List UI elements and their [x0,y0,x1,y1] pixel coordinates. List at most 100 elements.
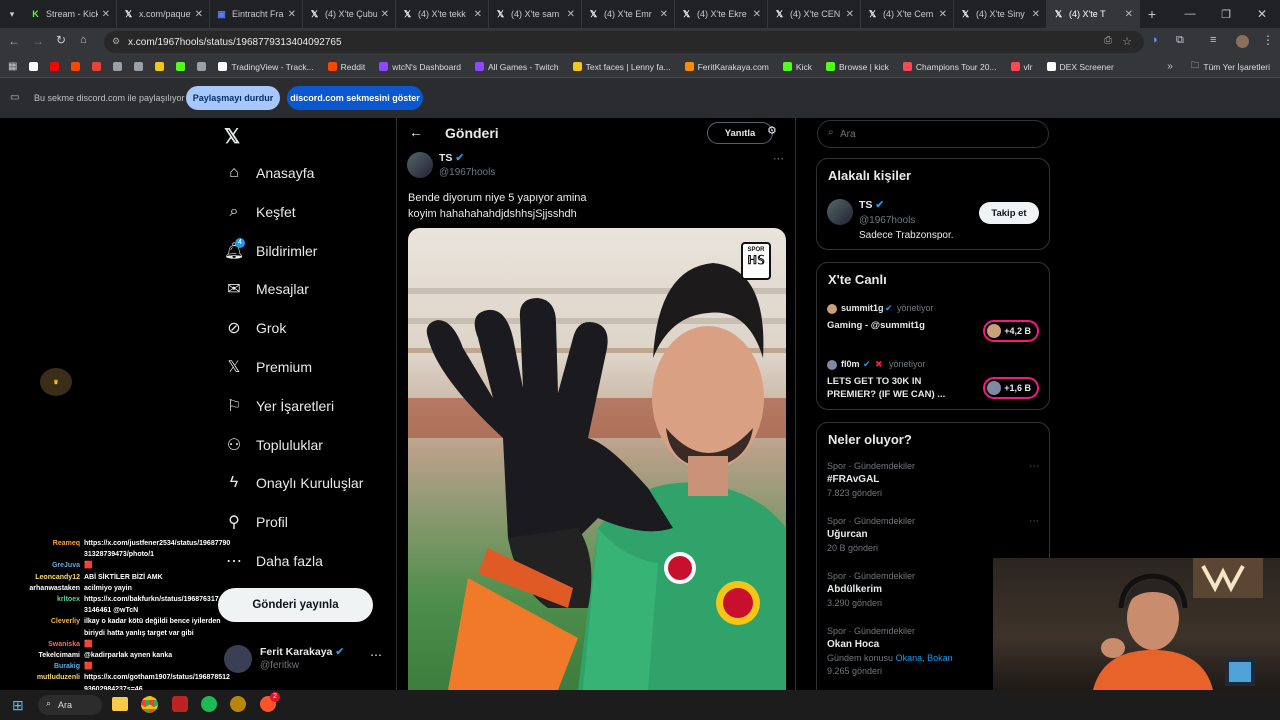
more-icon[interactable]: ⋯ [370,648,382,662]
chat-username[interactable]: arhanwastaken [0,583,84,594]
post-image[interactable]: SPOR ℍ𝕊 [408,228,786,690]
chat-username[interactable]: mutluduzenli [0,672,84,683]
bookmark-item[interactable] [29,62,42,71]
live-item[interactable]: summit1g ✔ yönetiyor Gaming - @summit1g … [827,303,1041,343]
post-button[interactable]: Gönderi yayınla [218,588,373,622]
bookmark-item[interactable]: All Games - Twitch [474,62,559,72]
reload-icon[interactable]: ↻ [56,33,66,47]
browser-tab[interactable]: 𝕏 (4) X'te Emr ✕ [582,0,675,28]
bookmark-item[interactable] [92,62,105,71]
bookmark-item[interactable]: Reddit [327,62,365,72]
close-window-button[interactable]: ✕ [1244,7,1280,21]
nav-item-profile[interactable]: ⚲ Profil [222,507,288,537]
reply-button[interactable]: Yanıtla [707,122,773,144]
bookmark-item[interactable] [155,62,168,71]
trend-item[interactable]: Spor · Gündemdekiler Uğurcan 20 B gönderi ⋯ [827,516,1041,553]
live-item[interactable]: fl0m ✔ ✖ yönetiyor LETS GET TO 30K IN PR… [827,359,1041,403]
nav-item-search[interactable]: ⌕ Keşfet [222,197,296,227]
puzzle-icon[interactable]: ⧉ [1176,34,1184,47]
close-tab-icon[interactable]: ✕ [288,9,296,20]
site-info-icon[interactable]: ⚙ [112,36,120,47]
browser-tab[interactable]: 𝕏 (4) X'te Cem ✕ [861,0,954,28]
chat-username[interactable]: krltoex [0,594,84,605]
search-input[interactable] [840,126,1030,142]
bookmark-item[interactable] [197,62,210,71]
x-logo[interactable]: 𝕏 [224,124,240,149]
bookmark-item[interactable]: TradingView - Track... [218,62,314,72]
chat-username[interactable] [0,605,84,616]
bookmark-item[interactable] [176,62,189,71]
more-bookmarks-icon[interactable]: » [1167,61,1173,72]
all-bookmarks-folder[interactable]: 🗀 Tüm Yer İşaretleri [1191,60,1270,74]
chat-username[interactable]: Cleverliy [0,616,84,627]
chat-username[interactable] [0,628,84,639]
settings-sliders-icon[interactable]: ⚙ [767,124,777,137]
chat-username[interactable]: Tekelcimami [0,650,84,661]
search-box[interactable]: ⌕ [817,120,1049,148]
close-tab-icon[interactable]: ✕ [102,9,110,20]
author-handle[interactable]: @1967hools [439,167,495,178]
close-tab-icon[interactable]: ✕ [567,9,575,20]
minimize-button[interactable]: — [1172,8,1208,20]
bookmark-item[interactable]: Kick [782,62,812,72]
close-tab-icon[interactable]: ✕ [1032,9,1040,20]
file-explorer-icon[interactable] [112,697,128,711]
chat-username[interactable]: Reameq [0,538,84,549]
nav-item-bookmark[interactable]: ⚐ Yer İşaretleri [222,391,334,421]
author-avatar[interactable] [407,152,433,178]
chat-username[interactable]: Swaniska [0,639,84,650]
browser-tab[interactable]: 𝕏 (4) X'te tekk ✕ [396,0,489,28]
chat-username[interactable] [0,549,84,560]
nav-item-bell[interactable]: 🔔︎ 4 Bildirimler [222,236,317,266]
chat-username[interactable]: GreJuva [0,560,84,571]
new-tab-button[interactable]: + [1140,6,1164,22]
trend-more-icon[interactable]: ⋯ [1029,461,1039,472]
close-tab-icon[interactable]: ✕ [195,9,203,20]
bookmark-item[interactable] [113,62,126,71]
close-tab-icon[interactable]: ✕ [660,9,668,20]
trend-more-icon[interactable]: ⋯ [1029,516,1039,527]
home-icon[interactable]: ⌂ [80,34,87,46]
browser-tab[interactable]: 𝕏 (4) X'te Ekre ✕ [675,0,768,28]
bookmark-item[interactable] [71,62,84,71]
trend-item[interactable]: Spor · Gündemdekiler #FRAvGAL 7.823 gönder… [827,461,1041,498]
bookmark-item[interactable]: wtcN's Dashboard [379,62,461,72]
nav-item-home[interactable]: ⌂ Anasayfa [222,158,314,188]
close-tab-icon[interactable]: ✕ [846,9,854,20]
browser-tab[interactable]: 𝕏 (4) X'te T ✕ [1047,0,1140,28]
bookmark-item[interactable] [134,62,147,71]
windows-start-icon[interactable]: ⊞ [12,697,24,714]
close-tab-icon[interactable]: ✕ [474,9,482,20]
chrome-icon[interactable] [141,696,158,713]
browser-tab[interactable]: 𝕏x.com/paquet ✕ [117,0,210,28]
close-tab-icon[interactable]: ✕ [1125,9,1133,20]
menu-icon[interactable]: ⋮ [1262,33,1274,47]
post-more-icon[interactable]: ⋯ [773,152,784,165]
nav-item-grok[interactable]: ⊘ Grok [222,313,286,343]
forward-icon[interactable]: → [32,34,44,48]
url-bar[interactable]: ⚙ x.com/1967hools/status/196877931340409… [104,31,1144,53]
nav-item-lightning[interactable]: ϟ Onaylı Kuruluşlar [222,468,364,498]
chat-username[interactable]: Burakig [0,661,84,672]
author-name[interactable]: TS [439,152,452,164]
star-icon[interactable]: ☆ [1122,35,1132,48]
bookmark-item[interactable]: FeritKarakaya.com [684,62,769,72]
bookmark-item[interactable]: Champions Tour 20... [902,62,997,72]
browser-tab[interactable]: 𝕏 (4) X'te sam ✕ [489,0,582,28]
spotify-icon[interactable] [201,696,217,712]
bookmark-item[interactable]: Text faces | Lenny fa... [572,62,671,72]
browser-tab[interactable]: 𝕏 (4) X'te CEN ✕ [768,0,861,28]
bookmark-item[interactable]: Browse | kick [825,62,889,72]
related-name[interactable]: TS [859,199,872,211]
tab-search-button[interactable]: ▾ [0,0,24,28]
taskbar-search[interactable]: ⌕ Ara [38,695,102,715]
close-tab-icon[interactable]: ✕ [939,9,947,20]
app-icon[interactable] [230,696,246,712]
follow-button[interactable]: Takip et [979,202,1039,224]
bookmark-item[interactable] [50,62,63,71]
close-tab-icon[interactable]: ✕ [753,9,761,20]
profile-avatar-icon[interactable] [1236,35,1249,48]
stop-sharing-button[interactable]: Paylaşmayı durdur [186,86,280,110]
maximize-button[interactable]: ❐ [1208,8,1244,21]
chat-username[interactable]: Leoncandy12 [0,572,84,583]
